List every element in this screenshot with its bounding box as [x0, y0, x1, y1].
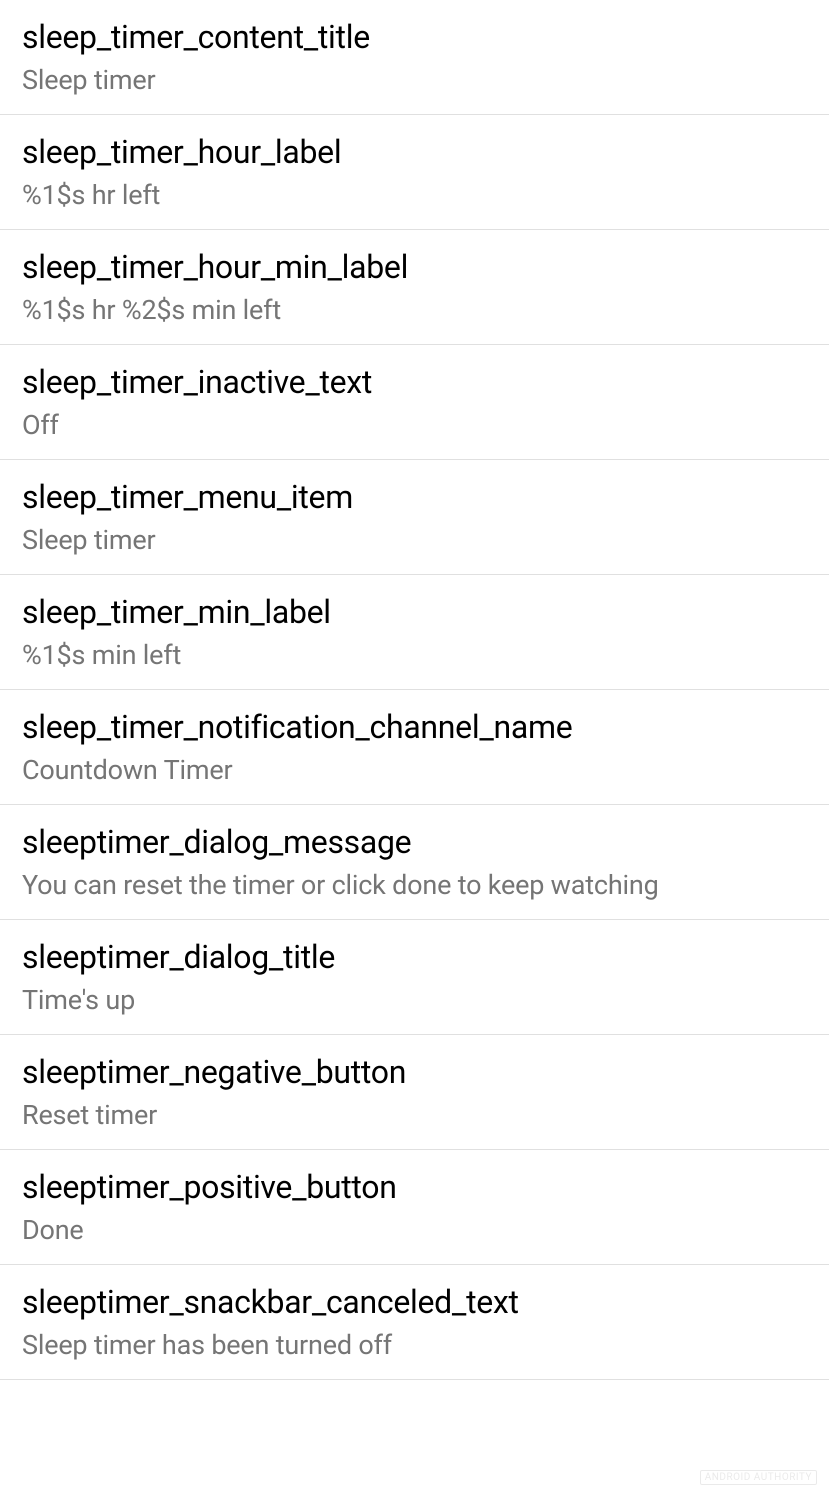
- list-item[interactable]: sleep_timer_hour_min_label %1$s hr %2$s …: [0, 230, 829, 345]
- resource-value: Reset timer: [22, 1099, 807, 1131]
- resource-value: Sleep timer: [22, 64, 807, 96]
- list-item[interactable]: sleeptimer_positive_button Done: [0, 1150, 829, 1265]
- watermark-badge: ANDROID AUTHORITY: [700, 1470, 817, 1485]
- resource-key: sleeptimer_negative_button: [22, 1053, 807, 1091]
- resource-key: sleep_timer_notification_channel_name: [22, 708, 807, 746]
- list-item[interactable]: sleeptimer_negative_button Reset timer: [0, 1035, 829, 1150]
- resource-value: Off: [22, 409, 807, 441]
- resource-key: sleep_timer_menu_item: [22, 478, 807, 516]
- list-item[interactable]: sleep_timer_menu_item Sleep timer: [0, 460, 829, 575]
- list-item[interactable]: sleep_timer_inactive_text Off: [0, 345, 829, 460]
- resource-value: %1$s min left: [22, 639, 807, 671]
- resource-value: Sleep timer has been turned off: [22, 1329, 807, 1361]
- resource-key: sleeptimer_dialog_title: [22, 938, 807, 976]
- resource-key: sleeptimer_snackbar_canceled_text: [22, 1283, 807, 1321]
- resource-key: sleep_timer_hour_label: [22, 133, 807, 171]
- resource-value: You can reset the timer or click done to…: [22, 869, 807, 901]
- resource-value: Sleep timer: [22, 524, 807, 556]
- resource-value: %1$s hr %2$s min left: [22, 294, 807, 326]
- resource-value: Done: [22, 1214, 807, 1246]
- list-item[interactable]: sleep_timer_notification_channel_name Co…: [0, 690, 829, 805]
- string-resource-list: sleep_timer_content_title Sleep timer sl…: [0, 0, 829, 1380]
- resource-value: Time's up: [22, 984, 807, 1016]
- list-item[interactable]: sleep_timer_min_label %1$s min left: [0, 575, 829, 690]
- list-item[interactable]: sleep_timer_content_title Sleep timer: [0, 0, 829, 115]
- resource-value: %1$s hr left: [22, 179, 807, 211]
- resource-key: sleeptimer_dialog_message: [22, 823, 807, 861]
- resource-key: sleeptimer_positive_button: [22, 1168, 807, 1206]
- resource-key: sleep_timer_hour_min_label: [22, 248, 807, 286]
- resource-key: sleep_timer_inactive_text: [22, 363, 807, 401]
- list-item[interactable]: sleeptimer_snackbar_canceled_text Sleep …: [0, 1265, 829, 1380]
- list-item[interactable]: sleep_timer_hour_label %1$s hr left: [0, 115, 829, 230]
- resource-key: sleep_timer_min_label: [22, 593, 807, 631]
- list-item[interactable]: sleeptimer_dialog_message You can reset …: [0, 805, 829, 920]
- resource-value: Countdown Timer: [22, 754, 807, 786]
- list-item[interactable]: sleeptimer_dialog_title Time's up: [0, 920, 829, 1035]
- resource-key: sleep_timer_content_title: [22, 18, 807, 56]
